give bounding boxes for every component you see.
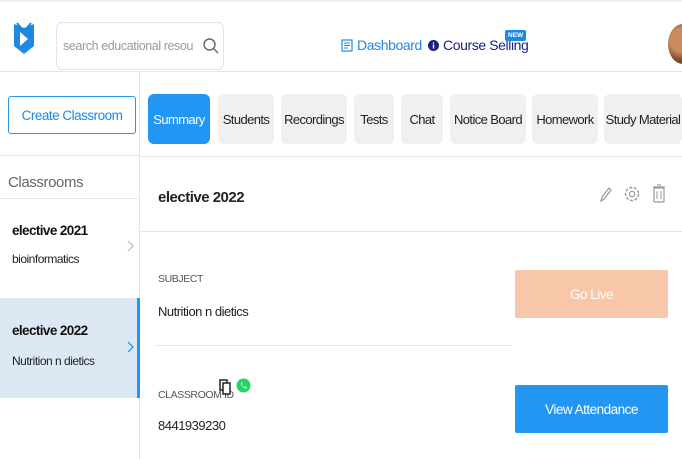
- sidebar-divider: [0, 155, 140, 156]
- edit-pencil-icon[interactable]: [594, 180, 616, 208]
- classroom-tabs: Summary Students Recordings Tests Chat N…: [148, 94, 682, 144]
- dashboard-icon: [341, 38, 353, 52]
- classroom-item-elective-2022[interactable]: elective 2022 Nutrition n dietics: [0, 298, 140, 398]
- classroom-title: elective 2022: [158, 189, 245, 206]
- classroom-item-name: elective 2021: [12, 223, 88, 238]
- info-icon: [428, 39, 439, 51]
- classroom-id-value: 8441939230: [158, 418, 226, 433]
- subject-label: SUBJECT: [158, 273, 204, 285]
- search-input[interactable]: [63, 35, 193, 57]
- classroom-item-elective-2021[interactable]: elective 2021 bioinformatics: [0, 199, 140, 299]
- classroom-item-name: elective 2022: [12, 323, 88, 338]
- tab-students[interactable]: Students: [218, 94, 274, 144]
- section-divider: [155, 345, 512, 346]
- classrooms-heading: Classrooms: [8, 174, 84, 191]
- tab-summary[interactable]: Summary: [148, 94, 210, 144]
- classroom-item-subject: Nutrition n dietics: [12, 354, 95, 368]
- tab-tests[interactable]: Tests: [354, 94, 394, 144]
- chevron-right-icon: [127, 240, 134, 252]
- header-divider: [140, 231, 682, 232]
- tab-homework[interactable]: Homework: [532, 94, 598, 144]
- classroom-item-subject: bioinformatics: [12, 252, 80, 266]
- nav-dashboard-label: Dashboard: [357, 37, 422, 53]
- view-attendance-button[interactable]: View Attendance: [515, 385, 668, 433]
- tab-recordings[interactable]: Recordings: [281, 94, 347, 144]
- nav-dashboard-link[interactable]: Dashboard: [341, 37, 422, 53]
- search-box[interactable]: [56, 22, 224, 70]
- create-classroom-button[interactable]: Create Classroom: [8, 96, 136, 134]
- new-badge: NEW: [505, 30, 527, 41]
- tab-study-material[interactable]: Study Material: [604, 94, 682, 144]
- search-icon[interactable]: [202, 37, 220, 55]
- user-avatar[interactable]: [668, 24, 682, 64]
- chevron-right-icon: [127, 341, 134, 353]
- app-logo-icon[interactable]: [12, 22, 36, 56]
- copy-icon[interactable]: [219, 379, 231, 395]
- settings-gear-icon[interactable]: [621, 180, 643, 208]
- delete-trash-icon[interactable]: [648, 180, 670, 208]
- header-top-border: [0, 0, 682, 2]
- classroom-sidebar: Create Classroom Classrooms elective 202…: [0, 72, 140, 459]
- tab-notice-board[interactable]: Notice Board: [450, 94, 526, 144]
- whatsapp-icon[interactable]: [236, 378, 251, 393]
- top-header: Dashboard Course Selling NEW: [0, 0, 682, 72]
- go-live-button[interactable]: Go Live: [515, 270, 668, 318]
- tabs-divider: [140, 156, 682, 157]
- subject-value: Nutrition n dietics: [158, 304, 249, 319]
- tab-chat[interactable]: Chat: [401, 94, 443, 144]
